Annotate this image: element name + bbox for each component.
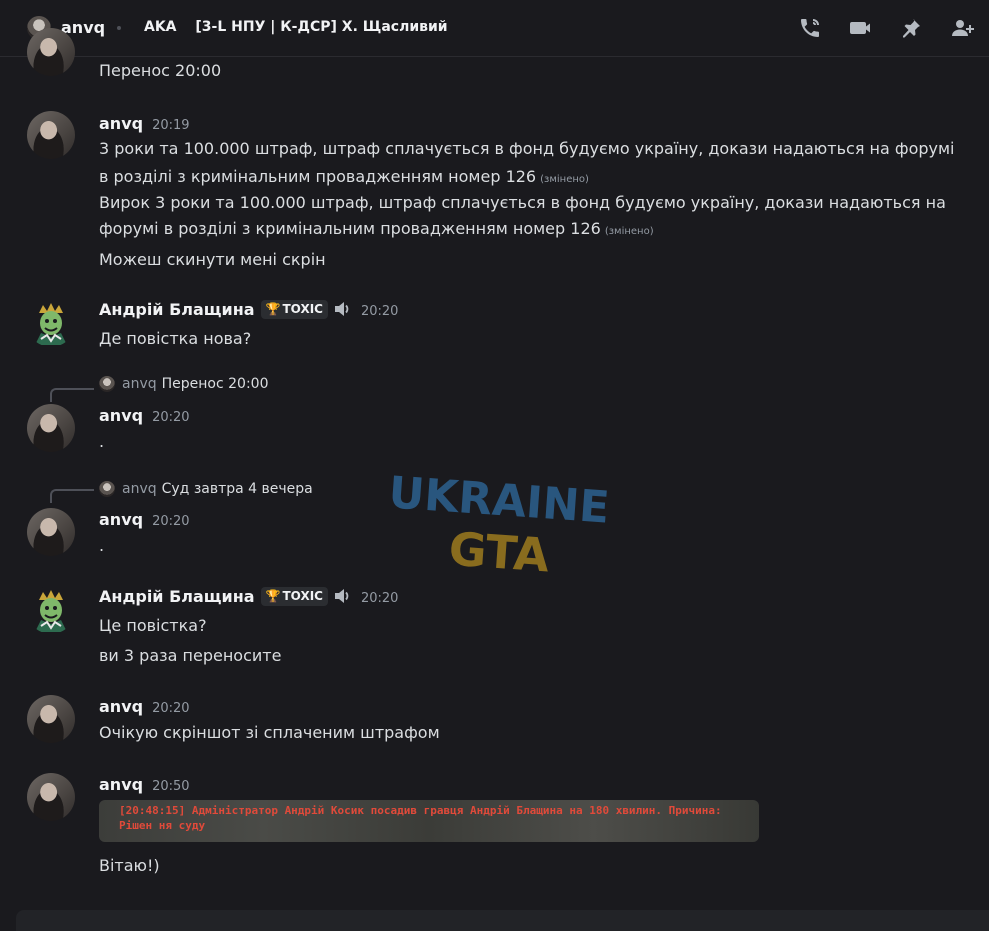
timestamp: 20:20: [152, 410, 190, 425]
author-name[interactable]: Андрій Блащина: [99, 300, 255, 319]
timestamp: 20:50: [152, 779, 190, 794]
message-header: anvq 20:50: [99, 775, 190, 794]
badge-label: TOXIC: [282, 302, 323, 316]
video-camera-icon[interactable]: [849, 16, 875, 40]
message-text: Вирок 3 роки та 100.000 штраф, штраф спл…: [99, 193, 946, 212]
message-list[interactable]: Перенос 20:00 anvq 20:19 3 роки та 100.00…: [0, 28, 989, 910]
watermark-line1: UKRAINE: [387, 467, 611, 533]
pin-icon[interactable]: [899, 16, 925, 40]
edited-label: (змінено): [604, 226, 654, 237]
reply-avatar: [99, 481, 115, 497]
author-name[interactable]: anvq: [99, 775, 143, 794]
reply-preview[interactable]: anvq Перенос 20:00: [99, 376, 268, 392]
reply-text: Суд завтра 4 вечера: [161, 481, 313, 497]
role-badge[interactable]: 🏆 TOXIC: [260, 300, 328, 319]
attachment-screenshot-text: [20:48:15] Адміністратор Андрій Косик по…: [119, 804, 722, 832]
channel-header: anvq AKA [3-L НПУ | К-ДСР] Х. Щасливий: [0, 0, 989, 57]
message-header: anvq 20:20: [99, 406, 190, 425]
avatar[interactable]: [27, 695, 75, 743]
author-name[interactable]: anvq: [99, 114, 143, 133]
avatar[interactable]: [27, 508, 75, 556]
avatar[interactable]: [27, 404, 75, 452]
speaker-icon[interactable]: [334, 588, 352, 604]
trophy-icon: 🏆: [265, 589, 281, 603]
speaker-icon[interactable]: [334, 301, 352, 317]
avatar[interactable]: [27, 586, 75, 634]
message-text: .: [99, 536, 105, 555]
reply-author: anvq: [122, 481, 157, 497]
message-text: Де повістка нова?: [99, 329, 252, 348]
message-text: Перенос 20:00: [99, 61, 222, 80]
role-badge[interactable]: 🏆 TOXIC: [260, 587, 328, 606]
message-text-content: в розділі з кримінальним провадженням но…: [99, 167, 537, 186]
author-name[interactable]: anvq: [99, 697, 143, 716]
reply-spine: [50, 388, 94, 402]
timestamp: 20:20: [152, 514, 190, 529]
author-name[interactable]: Андрій Блащина: [99, 587, 255, 606]
timestamp: 20:20: [152, 701, 190, 716]
message-text: .: [99, 432, 105, 451]
avatar[interactable]: [27, 299, 75, 347]
jester-avatar-image: [35, 303, 67, 345]
message-header: anvq 20:20: [99, 697, 190, 716]
message-composer[interactable]: [16, 910, 989, 931]
message-text: в розділі з кримінальним провадженням но…: [99, 164, 589, 193]
reply-avatar: [99, 376, 115, 392]
timestamp: 20:19: [152, 118, 190, 133]
phone-call-icon[interactable]: [798, 16, 824, 40]
add-member-icon[interactable]: [950, 16, 976, 40]
message-text: 3 роки та 100.000 штраф, штраф сплачуєть…: [99, 139, 955, 158]
avatar[interactable]: [27, 111, 75, 159]
message-text: Можеш скинути мені скрін: [99, 250, 326, 269]
avatar[interactable]: [27, 773, 75, 821]
badge-label: TOXIC: [282, 589, 323, 603]
reply-text: Перенос 20:00: [161, 376, 269, 392]
author-name[interactable]: anvq: [99, 510, 143, 529]
image-attachment[interactable]: [20:48:15] Адміністратор Андрій Косик по…: [99, 800, 759, 842]
timestamp: 20:20: [360, 304, 399, 319]
message-text: Очікую скріншот зі сплаченим штрафом: [99, 723, 440, 742]
edited-label: (змінено): [540, 174, 589, 185]
header-channel-title: AKA [3-L НПУ | К-ДСР] Х. Щасливий: [144, 19, 448, 35]
message-text: Це повістка?: [99, 616, 207, 635]
reply-spine: [50, 489, 94, 503]
reply-author: anvq: [122, 376, 157, 392]
jester-avatar-image: [35, 590, 67, 632]
message-header: anvq 20:20: [99, 510, 190, 529]
timestamp: 20:20: [360, 591, 399, 606]
message-text: Вітаю!): [99, 856, 160, 875]
avatar[interactable]: [27, 28, 75, 76]
channel-name: [3-L НПУ | К-ДСР] Х. Щасливий: [195, 19, 448, 35]
watermark-line2: GTA: [447, 522, 551, 583]
author-name[interactable]: anvq: [99, 406, 143, 425]
message-text: форумі в розділі з кримінальним провадже…: [99, 216, 654, 245]
message-header: Андрій Блащина 🏆 TOXIC 20:20: [99, 300, 398, 319]
message-header: Андрій Блащина 🏆 TOXIC 20:20: [99, 587, 398, 606]
header-separator-dot: [117, 26, 121, 30]
channel-tag: AKA: [144, 19, 177, 35]
message-text-content: форумі в розділі з кримінальним провадже…: [99, 219, 601, 238]
ukraine-gta-watermark: UKRAINE GTA: [387, 467, 611, 583]
message-text: ви 3 раза переносите: [99, 646, 282, 665]
trophy-icon: 🏆: [265, 302, 281, 316]
reply-preview[interactable]: anvq Суд завтра 4 вечера: [99, 481, 313, 497]
message-header: anvq 20:19: [99, 114, 190, 133]
